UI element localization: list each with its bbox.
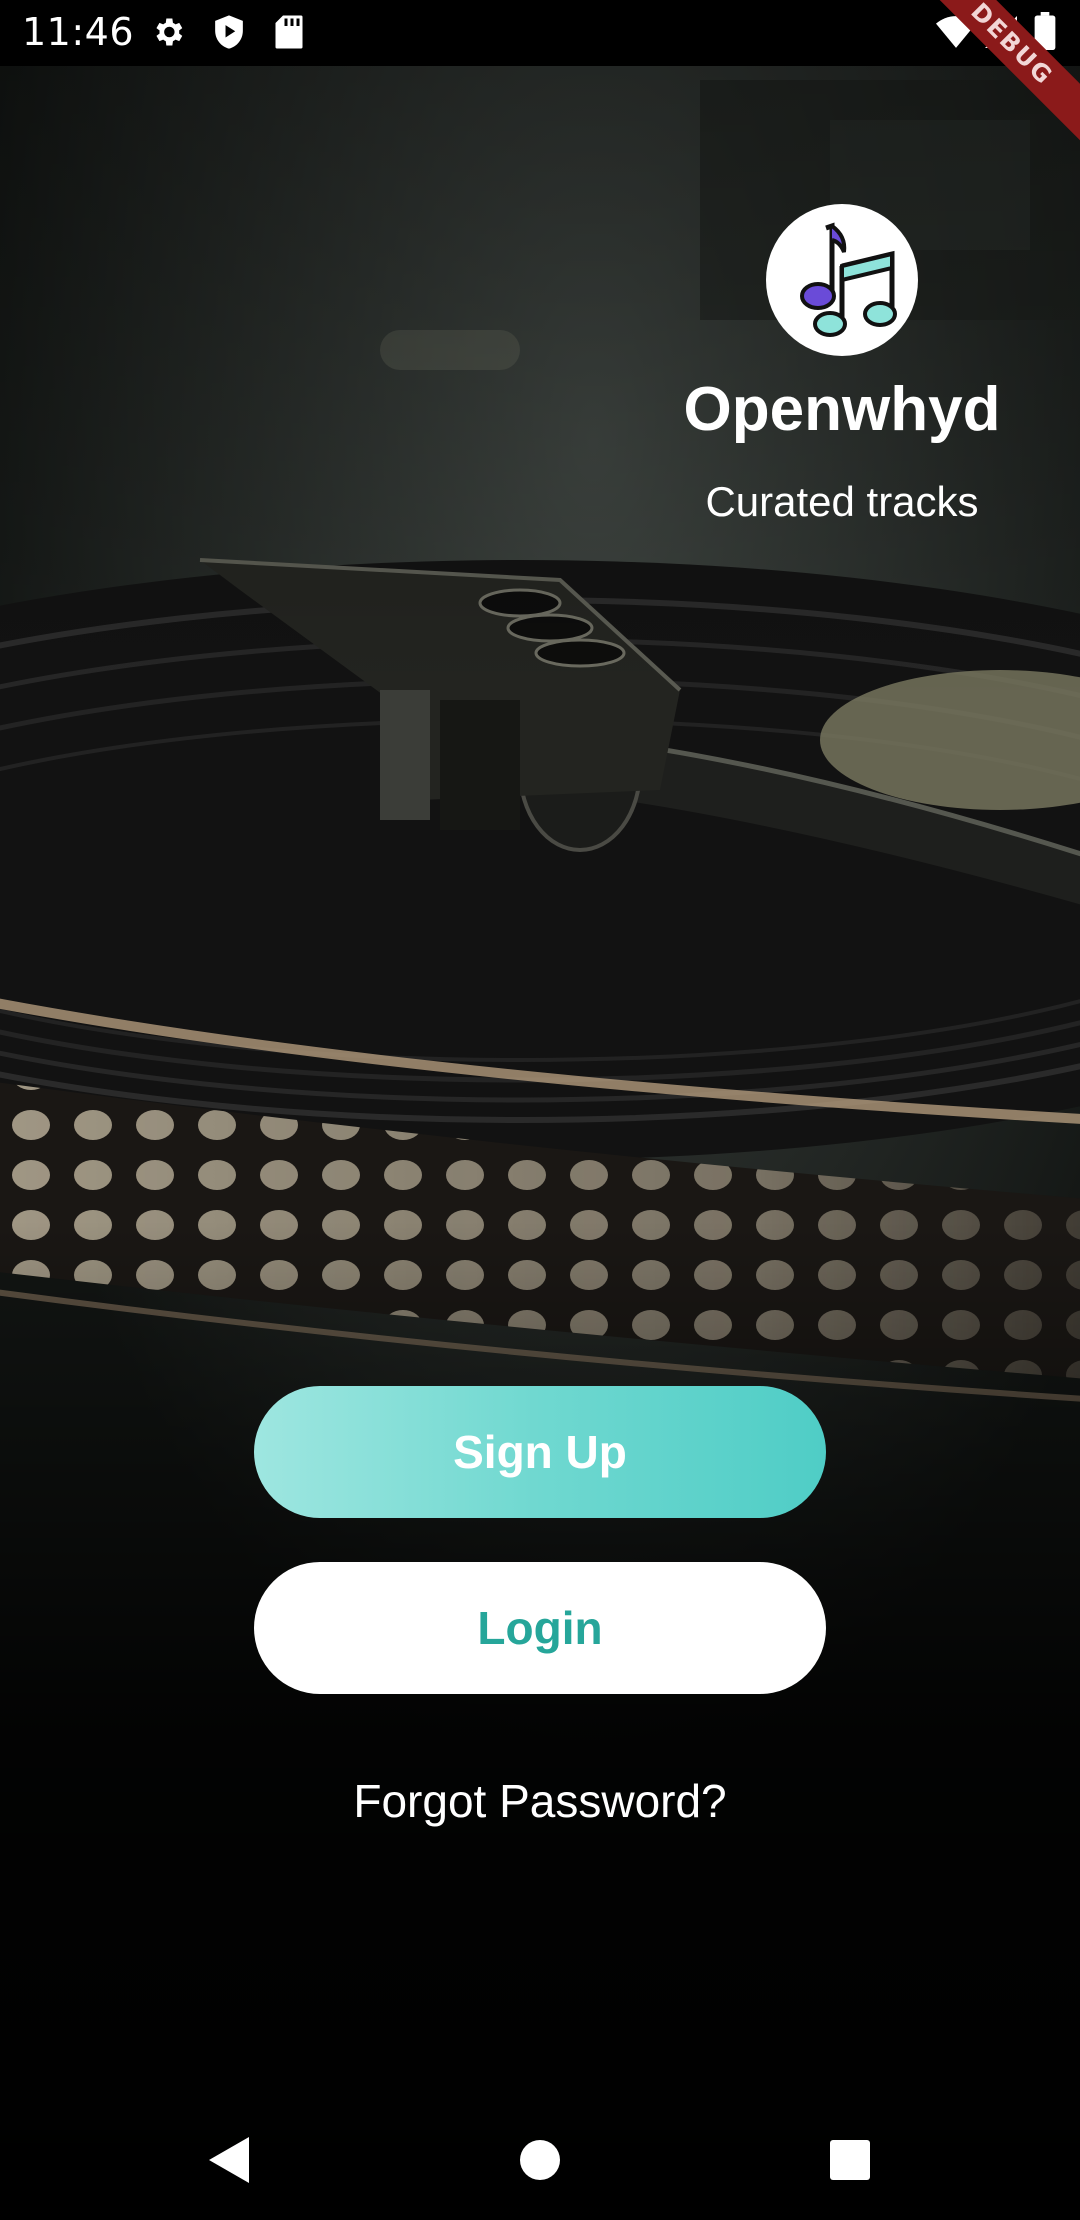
settings-icon <box>150 14 186 50</box>
login-label: Login <box>477 1602 603 1654</box>
music-notes-icon <box>800 222 897 337</box>
app-name: Openwhyd <box>683 375 1001 444</box>
recents-icon[interactable] <box>810 2120 890 2200</box>
sd-card-icon <box>274 14 304 50</box>
home-icon[interactable] <box>500 2120 580 2200</box>
status-bar: 11:46 <box>0 0 1080 66</box>
login-screen: 11:46 DEBUG Openwhyd Curated tracks Sign… <box>0 0 1080 2220</box>
back-icon[interactable] <box>188 2120 268 2200</box>
status-time: 11:46 <box>22 10 135 54</box>
navigation-bar <box>0 2090 1080 2220</box>
app-tagline: Curated tracks <box>705 478 979 525</box>
turntable-background-image <box>0 0 1080 2220</box>
sign-up-button[interactable]: Sign Up <box>254 1386 826 1518</box>
app-logo <box>766 204 918 356</box>
sign-up-label: Sign Up <box>453 1426 627 1478</box>
forgot-password-link[interactable]: Forgot Password? <box>254 1774 826 1828</box>
shield-play-icon <box>212 14 246 50</box>
login-button[interactable]: Login <box>254 1562 826 1694</box>
